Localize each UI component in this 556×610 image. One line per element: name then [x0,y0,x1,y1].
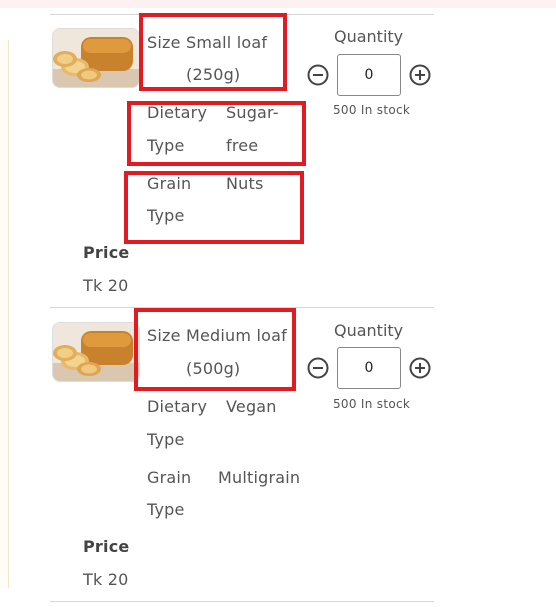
price-label: Price [83,243,130,262]
minus-circle-icon[interactable] [307,357,329,379]
minus-circle-icon[interactable] [307,64,329,86]
bread-loaf-image[interactable] [52,28,140,88]
dietary-type-label-line2: Type [147,430,185,449]
quantity-label: Quantity [334,27,404,46]
price-value: Tk 20 [83,570,129,589]
top-strip [0,0,556,8]
highlight-box-size [139,13,287,91]
grain-type-label: Grain [147,468,192,487]
highlight-box-dietary [127,101,306,166]
stock-status: 500 In stock [333,103,411,117]
highlight-box-grain [124,171,304,244]
dietary-type-value: Vegan [226,397,277,416]
grain-type-value: Multigrain [218,468,301,487]
dietary-type-label: Dietary [147,397,208,416]
quantity-input[interactable] [337,54,401,96]
highlight-box-size [134,308,296,391]
bread-loaf-image[interactable] [52,322,140,382]
plus-circle-icon[interactable] [409,64,431,86]
price-label: Price [83,537,130,556]
row-divider [50,601,434,602]
price-value: Tk 20 [83,276,129,295]
quantity-input[interactable] [337,347,401,389]
left-panel-edge [0,40,9,588]
stock-status: 500 In stock [333,397,411,411]
quantity-label: Quantity [334,321,404,340]
grain-type-label-line2: Type [147,500,185,519]
plus-circle-icon[interactable] [409,357,431,379]
